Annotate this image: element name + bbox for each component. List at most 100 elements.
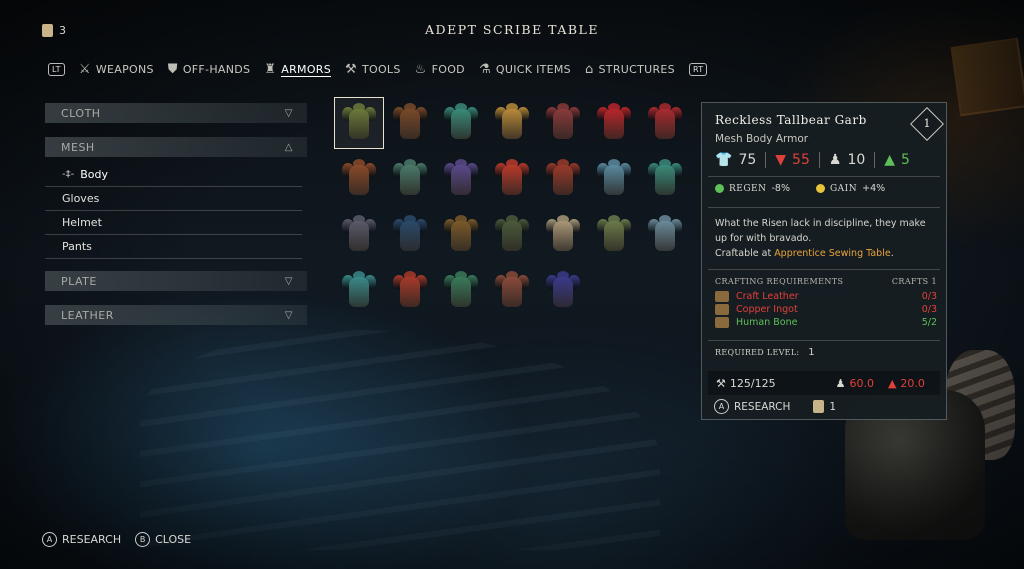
- item-tooltip: Reckless Tallbear Garb Mesh Body Armor 1…: [701, 102, 947, 420]
- weight-icon: ♟: [835, 376, 846, 390]
- armor-slot[interactable]: [488, 210, 536, 260]
- sidebar-item-gloves[interactable]: Gloves: [45, 187, 302, 211]
- tab-label: TOOLS: [362, 63, 401, 76]
- period: .: [890, 248, 894, 259]
- material-icon: [715, 317, 729, 328]
- perk-label: GAIN: [829, 183, 858, 194]
- armor-icon: [444, 271, 478, 311]
- armor-icon: [495, 103, 529, 143]
- armor-slot[interactable]: [590, 154, 638, 204]
- total-weight: ♟ 60.0: [836, 377, 874, 390]
- research-hint-button[interactable]: A RESEARCH: [42, 532, 121, 547]
- divider: [708, 269, 940, 270]
- requirement-name: Human Bone: [736, 317, 798, 328]
- armor-icon: [444, 103, 478, 143]
- armor-slot[interactable]: [590, 98, 638, 148]
- armor-slot[interactable]: [539, 266, 587, 316]
- armor-slot[interactable]: [335, 210, 383, 260]
- armor-icon: [546, 103, 580, 143]
- tooltip-research-button[interactable]: A RESEARCH 1: [714, 399, 836, 414]
- tab-label: FOOD: [431, 63, 465, 76]
- armor-slot[interactable]: [335, 154, 383, 204]
- sidebar-section-plate[interactable]: PLATE ▽: [45, 271, 307, 291]
- armor-slot[interactable]: [539, 98, 587, 148]
- tab-armors[interactable]: ♜ ARMORS: [264, 62, 332, 77]
- defense-value: 75: [738, 152, 757, 168]
- chevron-down-icon: ▽: [284, 275, 293, 287]
- armor-slot[interactable]: [590, 210, 638, 260]
- rt-bumper-icon[interactable]: RT: [688, 63, 708, 76]
- lt-bumper-icon[interactable]: LT: [48, 63, 65, 76]
- armor-icon: [393, 159, 427, 199]
- armor-slot[interactable]: [437, 210, 485, 260]
- weight-change: 5: [901, 152, 910, 168]
- requirement-count: 5/2: [921, 317, 937, 328]
- sidebar-item-body[interactable]: -‡- Body: [45, 163, 302, 187]
- armor-stat-icon: 👕: [715, 152, 733, 168]
- sidebar-section-leather[interactable]: LEATHER ▽: [45, 305, 307, 325]
- item-type: Mesh Body Armor: [715, 133, 809, 145]
- weight-value: 10: [847, 152, 866, 168]
- armor-slot[interactable]: [437, 98, 485, 148]
- armor-icon: [546, 215, 580, 255]
- armor-slot[interactable]: [386, 98, 434, 148]
- button-hints: A RESEARCH B CLOSE: [42, 532, 191, 547]
- armor-icon: [393, 271, 427, 311]
- armor-grid: [334, 97, 691, 318]
- item-description: What the Risen lack in discipline, they …: [715, 216, 940, 261]
- tab-food[interactable]: ♨ FOOD: [415, 62, 465, 77]
- sidebar-item-pants[interactable]: Pants: [45, 235, 302, 259]
- armor-slot[interactable]: [641, 98, 689, 148]
- requirement-count: 0/3: [921, 304, 937, 315]
- sidebar-section-cloth[interactable]: CLOTH ▽: [45, 103, 307, 123]
- crafting-header: CRAFTING REQUIREMENTS CRAFTS 1: [715, 277, 937, 286]
- sidebar-item-label: Pants: [62, 240, 92, 253]
- top-bar: 3 ADEPT SCRIBE TABLE: [0, 0, 1024, 60]
- a-button-icon: A: [42, 532, 57, 547]
- armor-slot[interactable]: [488, 98, 536, 148]
- perk-gain: GAIN +4%: [815, 183, 885, 194]
- craftable-prefix: Craftable at: [715, 248, 775, 259]
- armor-slot[interactable]: [335, 266, 383, 316]
- armor-slot[interactable]: [641, 210, 689, 260]
- perk-value: -8%: [771, 183, 790, 194]
- tab-structures[interactable]: ⌂ STRUCTURES: [585, 62, 675, 77]
- armor-slot[interactable]: [386, 266, 434, 316]
- close-hint-button[interactable]: B CLOSE: [135, 532, 191, 547]
- armor-slot[interactable]: [488, 154, 536, 204]
- structures-icon: ⌂: [584, 62, 594, 77]
- armor-icon: [546, 159, 580, 199]
- sidebar-item-label: Body: [80, 168, 108, 181]
- tab-tools[interactable]: ⚒ TOOLS: [345, 62, 401, 77]
- tab-off-hands[interactable]: ⛊ OFF-HANDS: [168, 62, 251, 77]
- section-label: LEATHER: [61, 308, 114, 322]
- divider: [818, 152, 820, 168]
- armor-icon: [648, 215, 682, 255]
- armor-slot[interactable]: [437, 154, 485, 204]
- armor-icon: [393, 215, 427, 255]
- divider: [765, 152, 767, 168]
- required-level: REQUIRED LEVEL: 1: [715, 347, 815, 358]
- tab-quick-items[interactable]: ⚗ QUICK ITEMS: [479, 62, 571, 77]
- sidebar-section-mesh[interactable]: MESH △: [45, 137, 307, 157]
- armor-slot[interactable]: [437, 266, 485, 316]
- requirement-row: Human Bone 5/2: [715, 317, 937, 328]
- defense-change: 55: [792, 152, 810, 168]
- armor-slot[interactable]: [539, 210, 587, 260]
- armor-slot[interactable]: [386, 210, 434, 260]
- weight-delta: ▲ 20.0: [888, 377, 925, 390]
- durability-value: 125/125: [729, 376, 776, 390]
- chevron-down-icon: ▽: [284, 309, 293, 321]
- crafting-station-link[interactable]: Apprentice Sewing Table: [774, 248, 891, 259]
- tools-icon: ⚒: [345, 62, 357, 77]
- armor-slot[interactable]: [539, 154, 587, 204]
- armor-icon: [495, 159, 529, 199]
- armor-slot[interactable]: [488, 266, 536, 316]
- armor-slot[interactable]: [641, 154, 689, 204]
- armor-slot[interactable]: [334, 97, 384, 149]
- weight-delta-value: 20.0: [900, 376, 925, 390]
- sidebar-item-helmet[interactable]: Helmet: [45, 211, 302, 235]
- tab-weapons[interactable]: ⚔ WEAPONS: [79, 62, 154, 77]
- armor-slot[interactable]: [386, 154, 434, 204]
- chevron-up-icon: △: [284, 141, 293, 153]
